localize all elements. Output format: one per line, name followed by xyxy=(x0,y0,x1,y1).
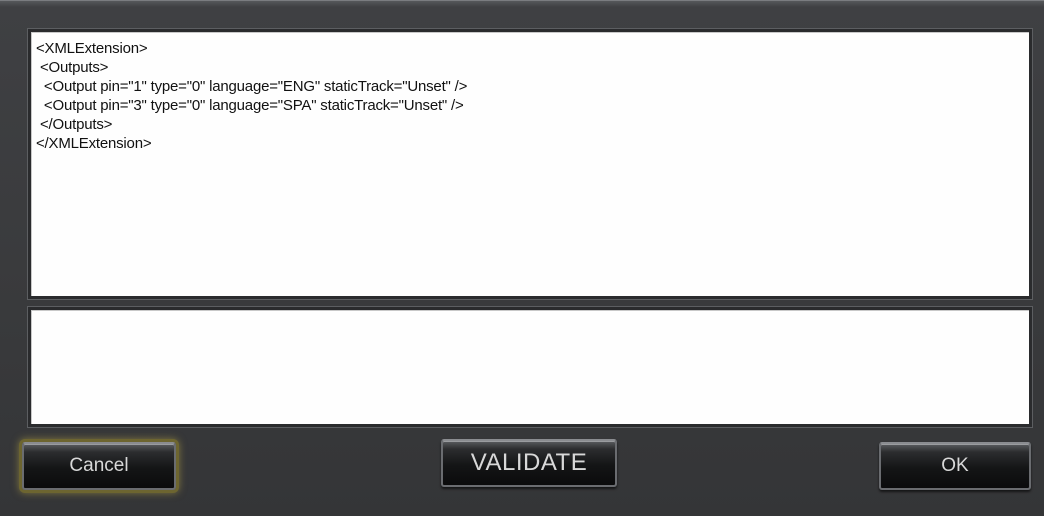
xml-line: </XMLExtension> xyxy=(36,135,152,152)
validate-button[interactable]: VALIDATE xyxy=(441,439,617,487)
xml-editor-textarea[interactable]: <XMLExtension> <Outputs> <Output pin="1"… xyxy=(28,29,1032,299)
xml-line: <XMLExtension> xyxy=(36,40,148,57)
cancel-button[interactable]: Cancel xyxy=(22,442,176,490)
xml-line: <Outputs> xyxy=(36,59,109,76)
xml-line: <Output pin="1" type="0" language="ENG" … xyxy=(36,78,468,95)
ok-button[interactable]: OK xyxy=(879,442,1031,490)
xml-extension-dialog: <XMLExtension> <Outputs> <Output pin="1"… xyxy=(0,0,1044,516)
validation-output-area[interactable] xyxy=(28,307,1032,427)
validation-output-text xyxy=(31,310,1029,317)
xml-line: <Output pin="3" type="0" language="SPA" … xyxy=(36,97,464,114)
xml-line: </Outputs> xyxy=(36,116,113,133)
xml-content[interactable]: <XMLExtension> <Outputs> <Output pin="1"… xyxy=(31,32,1029,153)
